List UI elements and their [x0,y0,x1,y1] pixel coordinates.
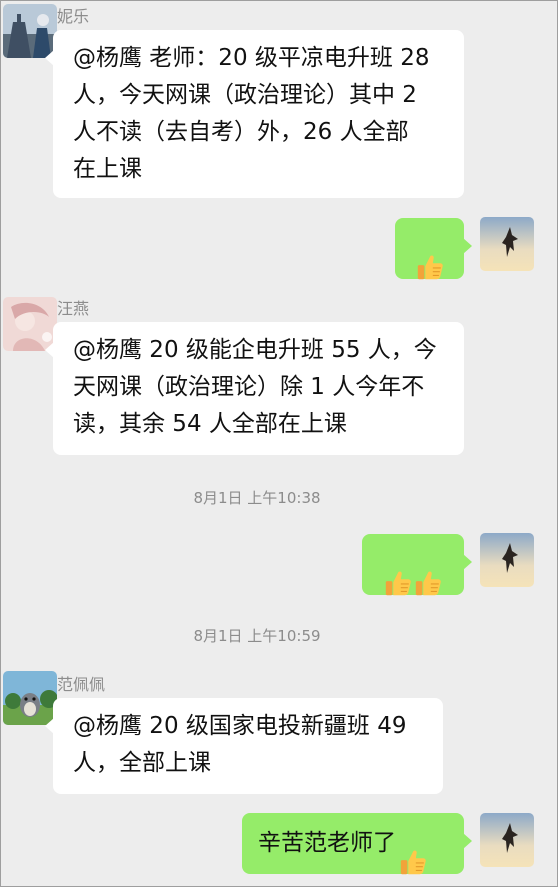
thumbs-up-icon [398,807,428,881]
reply-bubble[interactable] [362,534,472,596]
reply-text: 辛苦范老师了 [258,830,396,856]
message-bubble[interactable]: @杨鹰 20 级能企电升班 55 人，今 天网课（政治理论）除 1 人今年不 读… [45,322,464,455]
sender-name: 范佩佩 [57,675,106,694]
timestamp: 8月1日 上午10:59 [193,627,321,645]
avatar-self[interactable] [480,217,534,271]
reply-bubble[interactable] [395,218,472,280]
sender-name: 妮乐 [57,7,90,26]
message-bubble[interactable]: @杨鹰 20 级国家电投新疆班 49 人，全部上课 [45,698,443,794]
thumbs-up-icon [383,528,413,602]
reply-bubble[interactable]: 辛苦范老师了 [242,813,472,875]
chat-window: 妮乐 @杨鹰 老师：20 级平凉电升班 28 人，今天网课（政治理论）其中 2 … [0,0,558,887]
timestamp: 8月1日 上午10:38 [193,489,321,507]
avatar-self[interactable] [480,533,534,587]
message-bubble[interactable]: @杨鹰 老师：20 级平凉电升班 28 人，今天网课（政治理论）其中 2 人不读… [45,30,464,198]
avatar-self[interactable] [480,813,534,867]
sender-name: 汪燕 [57,299,90,318]
avatar-fanpeipei[interactable] [3,671,57,725]
thumbs-up-icon [415,212,445,286]
thumbs-up-icon [413,528,443,602]
